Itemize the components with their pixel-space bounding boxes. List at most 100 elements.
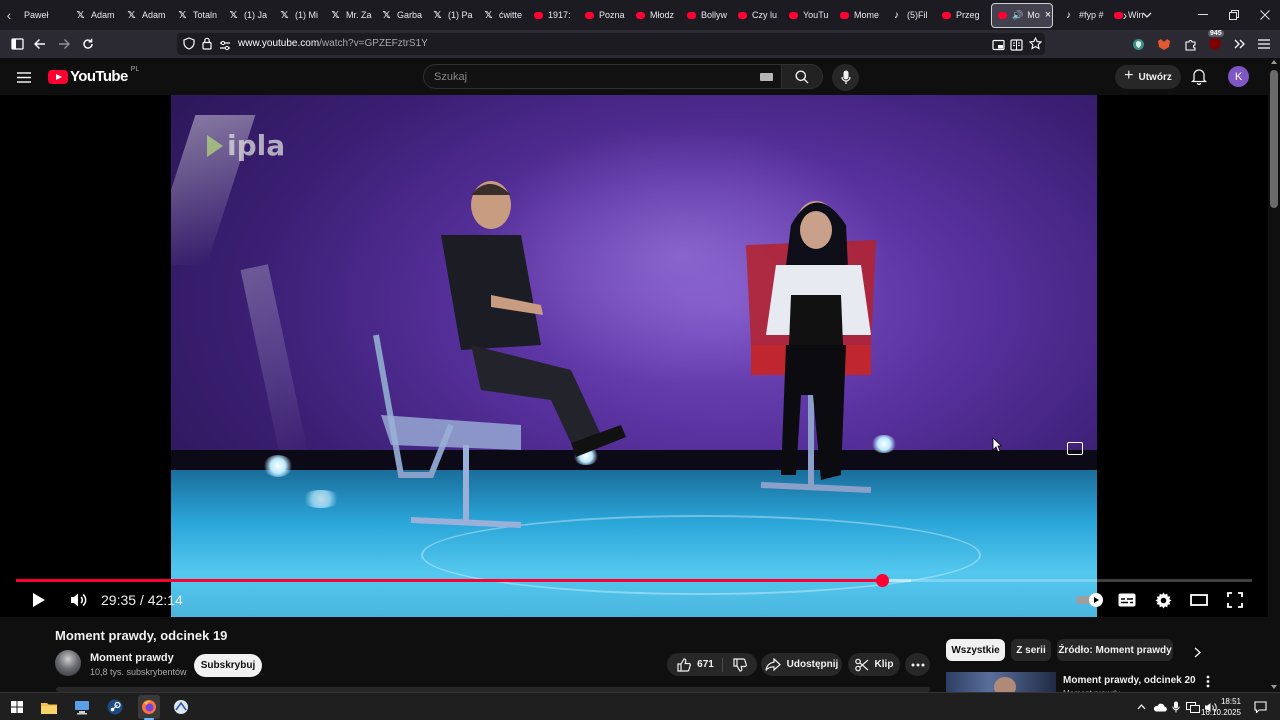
mute-button[interactable] (69, 589, 89, 611)
back-icon[interactable] (31, 35, 49, 53)
app-menu-icon[interactable] (1255, 35, 1273, 53)
search-box[interactable]: Szukaj (423, 64, 782, 89)
theater-mode-button[interactable] (1189, 589, 1209, 611)
browser-tab[interactable]: Młodz (630, 0, 681, 30)
reload-icon[interactable] (79, 35, 97, 53)
browser-tab[interactable]: 𝕏 Mr. Za (324, 0, 375, 30)
dislike-button[interactable] (723, 657, 747, 672)
tab-list-dropdown-icon[interactable] (1131, 0, 1163, 30)
lock-icon[interactable] (202, 37, 212, 55)
network-icon[interactable] (1185, 697, 1201, 717)
browser-nav-bar: www.youtube.com/watch?v=GPZEFztrS1Y 945 (0, 30, 1280, 58)
scroll-up-arrow-icon[interactable] (1271, 60, 1277, 64)
overflow-chevrons-icon[interactable] (1231, 35, 1249, 53)
tracking-shield-icon[interactable] (183, 37, 195, 55)
browser-tab[interactable]: YouTu (783, 0, 834, 30)
taskbar-clock[interactable]: 18:51 16.10.2025 (1201, 696, 1241, 718)
browser-tab[interactable]: Pozna (579, 0, 630, 30)
extensions-puzzle-icon[interactable] (1181, 35, 1199, 53)
settings-button[interactable] (1153, 589, 1173, 611)
notifications-bell-icon[interactable] (1190, 67, 1208, 86)
chip-source-channel[interactable]: Źródło: Moment prawdy (1057, 639, 1173, 661)
subscribe-button[interactable]: Subskrybuj (194, 654, 262, 677)
channel-name[interactable]: Moment prawdy (90, 652, 174, 664)
ublock-icon[interactable]: 945 (1206, 30, 1224, 53)
browser-tab[interactable]: 𝕏ćwitte (477, 0, 528, 30)
more-actions-button[interactable] (905, 653, 930, 676)
play-button[interactable] (30, 589, 48, 611)
extension-shield-icon[interactable] (1129, 35, 1147, 53)
video-frame[interactable]: ipla (171, 95, 1097, 617)
bookmark-star-icon[interactable] (1028, 36, 1043, 55)
page-scrollbar[interactable] (1268, 58, 1280, 692)
minimize-icon[interactable] (1187, 0, 1219, 30)
browser-tab[interactable]: Czy lu (732, 0, 783, 30)
subtitles-button[interactable] (1117, 589, 1137, 611)
voice-search-button[interactable] (832, 64, 859, 91)
computer-app-icon[interactable] (72, 697, 92, 717)
browser-tab[interactable]: 𝕏 Adam (69, 0, 120, 30)
picture-in-picture-icon[interactable] (992, 38, 1005, 56)
browser-tab[interactable]: ♪ #fyp # (1057, 0, 1108, 30)
permissions-icon[interactable] (219, 38, 231, 56)
search-input[interactable]: Szukaj (434, 71, 467, 83)
search-button[interactable] (782, 64, 823, 89)
tab-close-icon[interactable]: × (1045, 9, 1051, 21)
url-bar[interactable]: www.youtube.com/watch?v=GPZEFztrS1Y (177, 33, 1045, 55)
notifications-icon[interactable] (1250, 697, 1270, 717)
recommended-video-thumbnail[interactable] (946, 672, 1056, 692)
miniplayer-icon[interactable] (1067, 442, 1083, 455)
autoplay-toggle[interactable] (1075, 589, 1105, 611)
create-button[interactable]: + Utwórz (1115, 65, 1181, 89)
browser-tab[interactable]: 𝕏 Totaln (171, 0, 222, 30)
tray-overflow-icon[interactable] (1135, 697, 1147, 717)
share-button[interactable]: Udostępnij (761, 653, 842, 676)
scroll-down-arrow-icon[interactable] (1271, 685, 1277, 689)
scrollbar-thumb[interactable] (1270, 70, 1278, 208)
windows-start-icon[interactable] (7, 697, 27, 717)
browser-tab[interactable]: Paweł (18, 0, 69, 30)
browser-tab[interactable]: 𝕏 Garba (375, 0, 426, 30)
steam-icon[interactable] (105, 697, 125, 717)
browser-tab[interactable]: Mome (834, 0, 885, 30)
more-horizontal-icon (911, 663, 924, 666)
browser-tab[interactable]: 𝕏 Adam (120, 0, 171, 30)
account-avatar[interactable]: K (1228, 66, 1249, 87)
onedrive-icon[interactable] (1152, 697, 1168, 717)
channel-avatar[interactable] (55, 650, 81, 676)
chip-from-series[interactable]: Z serii (1011, 639, 1051, 661)
clip-button[interactable]: Klip (848, 653, 900, 676)
sidebar-toggle-icon[interactable] (8, 35, 26, 53)
video-player[interactable]: ipla 29:35 / 42:14 (0, 95, 1268, 617)
restore-icon[interactable] (1218, 0, 1250, 30)
browser-tab[interactable]: Przeg (936, 0, 987, 30)
progress-bar[interactable] (16, 574, 1252, 587)
youtube-logo[interactable]: YouTube PL (48, 66, 139, 85)
browser-tab-active[interactable]: 🔊 Mo × (991, 2, 1053, 28)
close-window-icon[interactable] (1249, 0, 1280, 30)
extension-fox-icon[interactable] (1155, 35, 1173, 53)
browser-tab[interactable]: 1917: (528, 0, 579, 30)
tabs-scroll-left-icon[interactable]: ‹ (0, 0, 18, 30)
app-icon[interactable] (171, 697, 191, 717)
chips-next-icon[interactable] (1194, 645, 1202, 663)
microphone-tray-icon[interactable] (1169, 697, 1183, 717)
browser-tab[interactable]: 𝕏 (1) Pa (426, 0, 477, 30)
progress-scrubber-handle[interactable] (875, 574, 889, 587)
file-explorer-icon[interactable] (39, 697, 59, 717)
keyboard-icon[interactable] (760, 73, 773, 81)
recommended-video-menu-icon[interactable] (1206, 675, 1210, 693)
guide-menu-icon[interactable] (17, 70, 31, 88)
forward-icon[interactable] (55, 35, 73, 53)
recommended-video-title[interactable]: Moment prawdy, odcinek 20 (1063, 675, 1196, 686)
fullscreen-button[interactable] (1225, 589, 1245, 611)
browser-tab[interactable]: Bollyw (681, 0, 732, 30)
firefox-icon[interactable] (138, 695, 160, 720)
like-button[interactable]: 671 (677, 657, 723, 672)
tab-audio-icon[interactable]: 🔊 (1012, 10, 1023, 21)
reader-view-icon[interactable] (1010, 38, 1023, 56)
browser-tab[interactable]: 𝕏 (1) Ja (222, 0, 273, 30)
chip-all[interactable]: Wszystkie (946, 639, 1005, 661)
browser-tab[interactable]: ♪ (5)Fil (885, 0, 936, 30)
browser-tab[interactable]: 𝕏 (1) Mi (273, 0, 324, 30)
